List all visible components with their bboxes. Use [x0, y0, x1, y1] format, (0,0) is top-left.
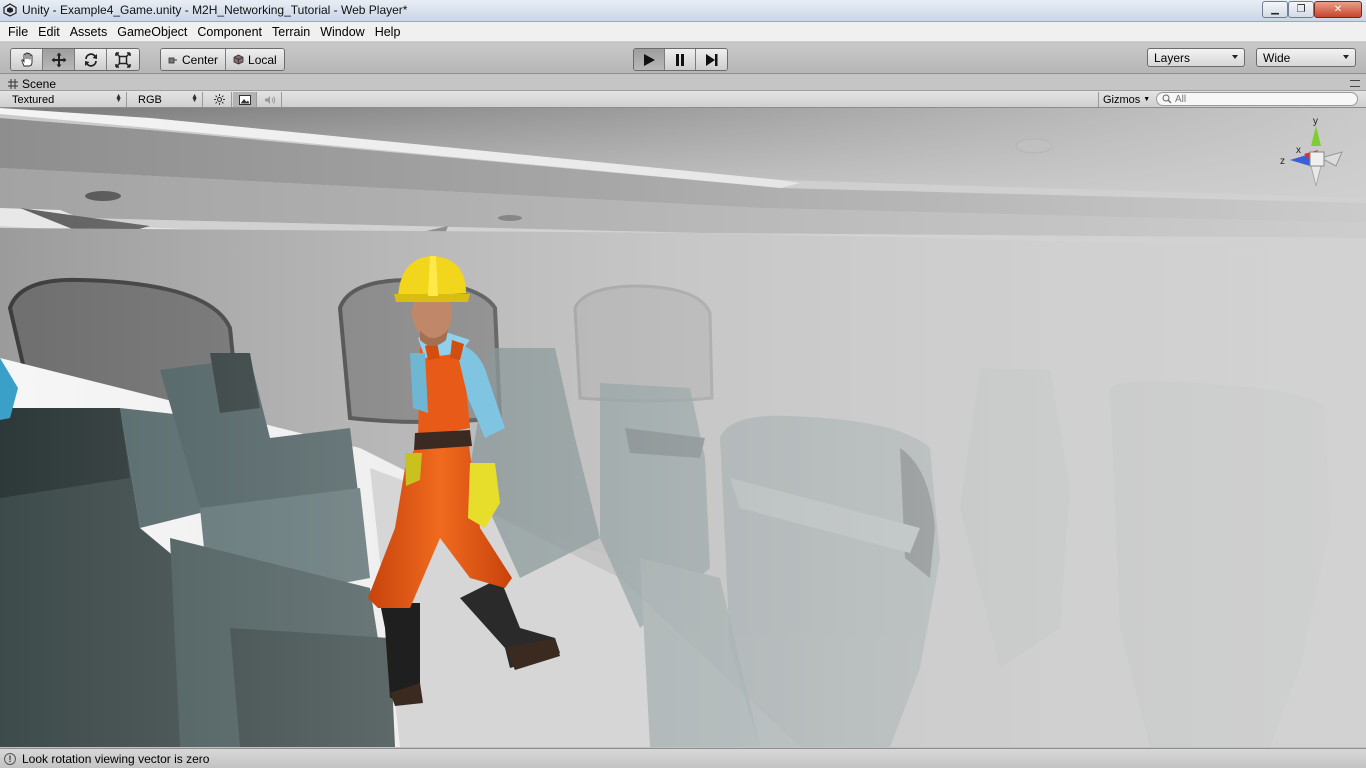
channel-value: RGB: [138, 93, 162, 106]
scene-lighting-toggle[interactable]: [208, 92, 232, 107]
info-icon: !: [4, 752, 16, 765]
layout-dropdown[interactable]: Wide: [1256, 48, 1356, 67]
menu-bar: File Edit Assets GameObject Component Te…: [0, 22, 1366, 42]
step-icon: [705, 53, 717, 66]
move-icon: [51, 52, 66, 67]
unity-logo-icon: [3, 3, 17, 17]
pivot-rotation-label: Local: [248, 52, 277, 67]
play-controls: [633, 48, 728, 71]
transform-tools: [10, 48, 140, 71]
pivot-mode-label: Center: [182, 52, 219, 67]
scene-overlay-toggle[interactable]: [233, 92, 257, 107]
menu-terrain[interactable]: Terrain: [267, 25, 315, 39]
menu-component[interactable]: Component: [192, 25, 267, 39]
scene-tab-strip: Scene: [0, 75, 1366, 91]
render-mode-dropdown[interactable]: Textured ▲ ▼: [6, 92, 127, 107]
status-message: Look rotation viewing vector is zero: [22, 751, 210, 766]
scene-audio-toggle[interactable]: [258, 92, 282, 107]
status-bar[interactable]: ! Look rotation viewing vector is zero: [0, 748, 1366, 768]
pivot-mode-button[interactable]: Center: [161, 49, 227, 70]
play-icon: [644, 53, 655, 66]
local-cube-icon: [233, 54, 244, 65]
gizmos-label: Gizmos: [1103, 93, 1141, 106]
updown-arrow-icon: ▲ ▼: [191, 93, 198, 104]
play-button[interactable]: [634, 49, 665, 70]
layout-label: Wide: [1263, 50, 1291, 65]
title-bar: Unity - Example4_Game.unity - M2H_Networ…: [0, 0, 1366, 22]
pause-icon: [676, 53, 684, 66]
gizmo-z-label: z: [1280, 156, 1285, 167]
layers-dropdown[interactable]: Layers: [1147, 48, 1245, 67]
panel-menu-icon[interactable]: [1350, 80, 1360, 87]
speaker-icon: [264, 95, 275, 104]
menu-help[interactable]: Help: [370, 25, 406, 39]
close-button[interactable]: ✕: [1314, 1, 1362, 18]
gizmo-x-label: x: [1296, 145, 1301, 156]
search-icon: [1162, 94, 1172, 104]
pause-button[interactable]: [665, 49, 696, 70]
menu-assets[interactable]: Assets: [65, 25, 113, 39]
airplane-cabin-scene: y x z: [0, 108, 1366, 747]
move-tool-button[interactable]: [43, 49, 75, 70]
gizmos-dropdown[interactable]: Gizmos ▼: [1098, 92, 1154, 107]
main-toolbar: Center Local Layers Wide: [0, 43, 1366, 74]
scene-toolbar: Textured ▲ ▼ RGB ▲ ▼ Gizmos ▼: [0, 91, 1366, 108]
minimize-icon: ▁: [1271, 4, 1279, 15]
maximize-icon: ❐: [1296, 4, 1306, 15]
scene-viewport[interactable]: y x z: [0, 108, 1366, 747]
hierarchy-search: [1156, 92, 1358, 106]
layers-label: Layers: [1154, 50, 1191, 65]
sun-icon: [214, 94, 225, 105]
tab-scene-label: Scene: [22, 76, 57, 91]
grid-icon: [8, 78, 18, 89]
scale-icon: [115, 51, 131, 68]
image-icon: [238, 94, 251, 105]
menu-gameobject[interactable]: GameObject: [112, 25, 192, 39]
minimize-button[interactable]: ▁: [1262, 1, 1288, 18]
tab-scene[interactable]: Scene: [4, 76, 60, 91]
window-title: Unity - Example4_Game.unity - M2H_Networ…: [22, 3, 408, 17]
menu-edit[interactable]: Edit: [33, 25, 65, 39]
step-button[interactable]: [696, 49, 727, 70]
rotate-tool-button[interactable]: [75, 49, 107, 70]
render-mode-value: Textured: [12, 93, 55, 106]
close-icon: ✕: [1333, 4, 1343, 15]
hand-tool-button[interactable]: [11, 49, 43, 70]
menu-window[interactable]: Window: [315, 25, 369, 39]
chevron-down-icon: ▼: [1143, 96, 1151, 103]
maximize-button[interactable]: ❐: [1288, 1, 1314, 18]
chevron-down-icon: [1343, 55, 1349, 59]
menu-file[interactable]: File: [3, 25, 33, 39]
chevron-down-icon: [1232, 55, 1238, 59]
hand-icon: [20, 52, 32, 66]
updown-arrow-icon: ▲ ▼: [115, 93, 122, 104]
pivot-center-icon: [168, 57, 177, 63]
scale-tool-button[interactable]: [107, 49, 139, 70]
rotate-icon: [84, 52, 97, 67]
channel-dropdown[interactable]: RGB ▲ ▼: [132, 92, 203, 107]
search-input[interactable]: [1175, 93, 1345, 105]
gizmo-y-label: y: [1313, 116, 1318, 127]
pivot-toggles: Center Local: [160, 48, 285, 71]
pivot-rotation-button[interactable]: Local: [226, 49, 284, 70]
